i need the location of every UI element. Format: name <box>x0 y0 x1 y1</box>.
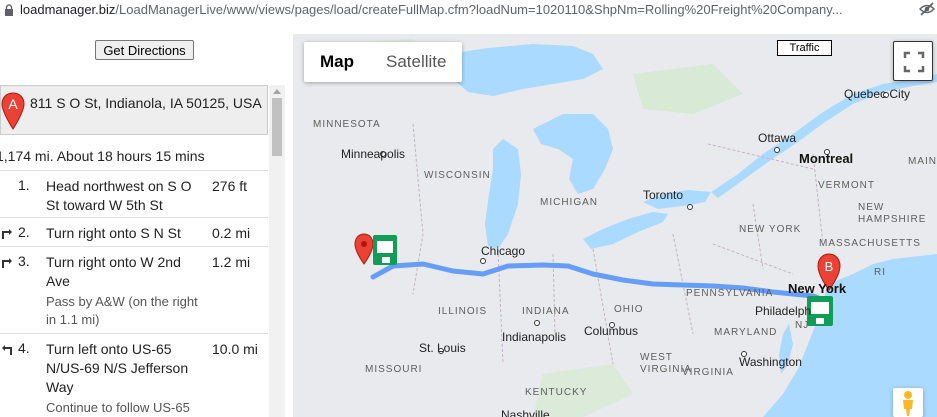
truck-icon[interactable] <box>373 235 397 265</box>
turn-right-icon <box>2 258 12 268</box>
direction-step[interactable]: 1. Head northwest on S O St toward W 5th… <box>0 170 268 217</box>
direction-step[interactable]: 2. Turn right onto S N St 0.2 mi <box>0 217 268 246</box>
step-distance: 10.0 mi <box>212 341 258 357</box>
step-number: 4. <box>18 340 30 356</box>
directions-list: A 811 S O St, Indianola, IA 50125, USA 1… <box>0 85 269 417</box>
map-label: MINNESOTA <box>313 119 381 130</box>
scrollbar-thumb[interactable] <box>272 98 282 156</box>
street-view-pegman[interactable] <box>893 388 923 417</box>
pegman-icon <box>903 391 913 416</box>
city-dot <box>774 147 780 153</box>
url-text: loadmanager.biz/LoadManagerLive/www/view… <box>20 2 843 17</box>
map-type-satellite-button[interactable]: Satellite <box>370 42 462 82</box>
map-label: KENTUCKY <box>525 387 588 398</box>
step-number: 2. <box>18 224 30 240</box>
map-label: Philadelph <box>755 304 812 318</box>
step-number: 3. <box>18 253 30 269</box>
route-map[interactable]: B Quebec City MINNESOTA Ottawa Minneapol… <box>293 34 937 417</box>
address-bar[interactable]: loadmanager.biz/LoadManagerLive/www/view… <box>0 0 937 19</box>
fullscreen-icon <box>903 51 925 73</box>
step-instruction: Turn right onto S N St <box>46 225 181 241</box>
turn-right-icon <box>2 229 12 239</box>
map-label: NEW YORK <box>739 224 802 235</box>
lock-icon <box>5 3 13 16</box>
origin-marker-icon: A <box>1 92 25 130</box>
map-label: Quebec City <box>844 87 911 101</box>
turn-left-icon <box>2 345 12 355</box>
map-label: Washington <box>739 355 802 369</box>
map-label: MAIN <box>908 156 937 167</box>
svg-text:B: B <box>825 259 834 274</box>
directions-scrollbar[interactable] <box>269 85 285 417</box>
map-label: ILLINOIS <box>438 306 488 317</box>
origin-address-row[interactable]: A 811 S O St, Indianola, IA 50125, USA <box>0 85 268 135</box>
map-label: VERMONT <box>818 180 875 191</box>
map-label: NJ <box>795 320 810 331</box>
map-label: MISSOURI <box>365 364 423 375</box>
city-dot <box>534 320 540 326</box>
map-label: WISCONSIN <box>424 170 491 181</box>
directions-panel: Get Directions A 811 S O St, Indianola, … <box>0 19 285 417</box>
scroll-up-arrow[interactable] <box>273 89 281 94</box>
map-label: MASSACHUSETTS <box>819 238 921 249</box>
step-instruction: Turn left onto US-65 N/US-69 N/S Jeffers… <box>46 340 206 417</box>
map-label: INDIANA <box>522 306 570 317</box>
map-label: OHIO <box>614 304 644 315</box>
map-label: MARYLAND <box>714 327 778 338</box>
direction-step[interactable]: 3. Turn right onto W 2nd Ave Pass by A&W … <box>0 246 268 333</box>
map-label: NEW HAMPSHIRE <box>858 202 927 225</box>
step-distance: 0.2 mi <box>212 225 251 241</box>
map-label: Montreal <box>799 151 854 166</box>
city-dot <box>480 258 486 264</box>
map-type-control: Map Satellite <box>304 42 463 82</box>
city-dot <box>687 204 693 210</box>
map-label: New York <box>788 281 847 296</box>
step-note: Continue to follow US-65 <box>46 400 190 415</box>
map-label: PENNSYLVANIA <box>686 288 774 299</box>
step-distance: 276 ft <box>212 178 248 194</box>
step-note: Pass by A&W (on the right in 1.1 mi) <box>46 294 198 327</box>
map-type-map-button[interactable]: Map <box>304 42 370 82</box>
step-instruction: Turn right onto W 2nd Ave Pass by A&W (on… <box>46 253 206 329</box>
direction-step[interactable]: 4. Turn left onto US-65 N/US-69 N/S Jeff… <box>0 333 268 417</box>
get-directions-button[interactable]: Get Directions <box>95 40 194 60</box>
route-summary: 1,174 mi. About 18 hours 15 mins <box>0 148 205 164</box>
map-label: Nashville <box>501 408 550 417</box>
map-label: St. Louis <box>419 341 466 355</box>
map-label: Ottawa <box>758 131 797 145</box>
map-label: VIRGINIA <box>682 367 734 378</box>
step-instruction: Head northwest on S O St toward W 5th St <box>46 178 192 213</box>
map-label: Toronto <box>643 188 684 202</box>
origin-address: 811 S O St, Indianola, IA 50125, USA <box>30 95 262 111</box>
map-label: Minneapolis <box>341 147 406 161</box>
origin-marker-label: A <box>8 96 18 112</box>
map-label: Chicago <box>481 244 526 258</box>
step-distance: 1.2 mi <box>212 254 251 270</box>
map-label: MICHIGAN <box>540 197 598 208</box>
step-number: 1. <box>18 177 30 193</box>
map-canvas: B <box>293 34 937 417</box>
map-label: Columbus <box>584 324 639 338</box>
traffic-button[interactable]: Traffic <box>777 40 832 56</box>
fullscreen-button[interactable] <box>893 41 933 81</box>
map-label: RI <box>874 267 886 278</box>
tracking-blocked-icon[interactable] <box>919 2 935 16</box>
map-label: Indianapolis <box>502 330 567 344</box>
